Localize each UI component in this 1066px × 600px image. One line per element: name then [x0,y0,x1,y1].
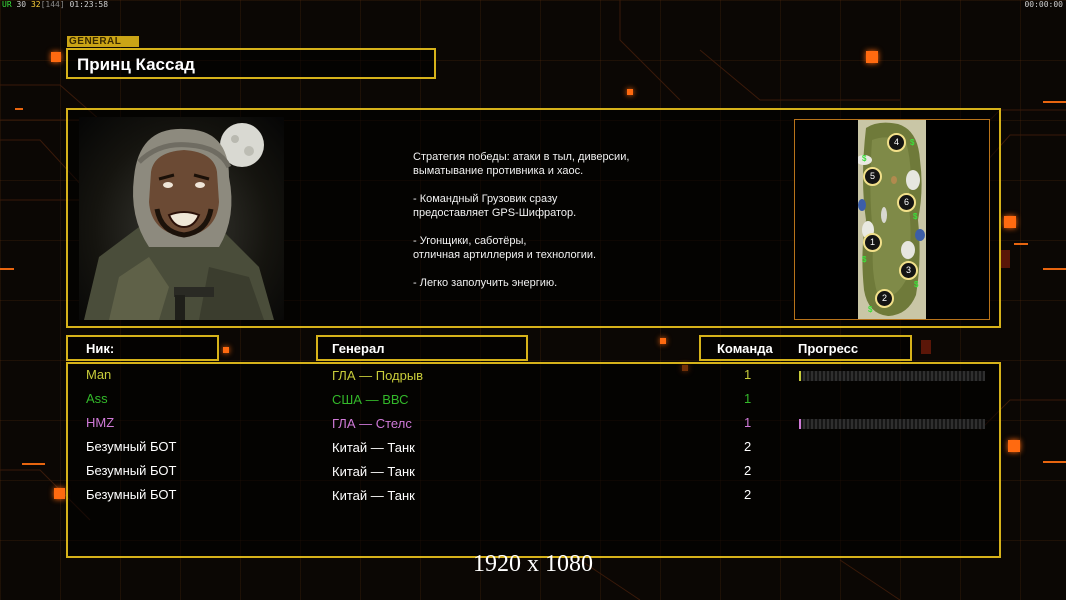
player-general: Китай — Танк [332,488,415,503]
general-title-frame: Принц Кассад [66,48,436,79]
supply-icon: $ [862,255,867,264]
player-general: ГЛА — Стелс [332,416,412,431]
header-team-progress: Команда Прогресс [699,335,912,361]
general-name: Принц Кассад [77,55,195,74]
supply-icon: $ [868,305,873,314]
player-row: Безумный БОТ Китай — Танк 2 [0,439,1066,463]
decor-dash [0,268,14,270]
player-nick: Man [86,367,112,382]
player-team: 2 [744,439,752,454]
header-progress-label: Прогресс [798,341,859,356]
general-description: Стратегия победы: атаки в тыл, диверсии,… [413,151,630,289]
hud-timer: 00:00:00 [1024,0,1063,9]
header-nick-label: Ник: [86,341,115,356]
player-team: 1 [744,367,752,382]
player-team: 1 [744,415,752,430]
decor-dash [15,108,23,110]
start-slot-3[interactable]: 3 [899,261,918,280]
start-slot-2[interactable]: 2 [875,289,894,308]
start-slot-6[interactable]: 6 [897,193,916,212]
player-row: Ass США — ВВС 1 [0,391,1066,415]
player-row: HMZ ГЛА — Стелс 1 [0,415,1066,439]
header-general-label: Генерал [332,341,385,356]
decor-square [1004,216,1016,228]
player-nick: Безумный БОТ [86,439,177,454]
supply-icon: $ [913,212,918,221]
player-general: Китай — Танк [332,440,415,455]
hud-fps-clock: UR 30 32[144] 01:23:58 [2,0,108,9]
decor-square [627,89,633,95]
start-slot-5[interactable]: 5 [863,167,882,186]
start-slot-4[interactable]: 4 [887,133,906,152]
general-tag: GENERAL [67,36,139,47]
player-general: ГЛА — Подрыв [332,368,424,383]
decor-dash [1014,243,1028,245]
hud-fps-a: 30 [16,0,27,9]
player-team: 2 [744,463,752,478]
player-progress-fill [799,371,801,381]
decor-square [223,347,229,353]
supply-icon: $ [910,138,915,147]
hud-clock: 01:23:58 [69,0,109,9]
player-progress-fill [799,419,801,429]
decor-square [921,340,931,354]
header-team-label: Команда [717,341,773,356]
general-portrait [79,117,284,320]
supply-icon: $ [862,154,867,163]
hud-ping: [144] [40,0,65,9]
player-row: Безумный БОТ Китай — Танк 2 [0,463,1066,487]
hud-ur: UR [2,0,12,9]
player-row: Безумный БОТ Китай — Танк 2 [0,487,1066,511]
header-general: Генерал [316,335,528,361]
player-general: США — ВВС [332,392,409,407]
player-row: Man ГЛА — Подрыв 1 [0,367,1066,391]
decor-dash [1043,268,1066,270]
player-nick: HMZ [86,415,115,430]
start-slot-1[interactable]: 1 [863,233,882,252]
player-progress-bar [799,419,985,429]
player-team: 1 [744,391,752,406]
supply-icon: $ [914,280,919,289]
player-nick: Безумный БОТ [86,463,177,478]
hud-fps-b: 32 [30,0,41,9]
header-nick: Ник: [66,335,219,361]
minimap[interactable]: 4 5 6 1 3 2 $ $ $ $ $ $ [856,120,926,319]
decor-square [51,52,61,62]
player-team: 2 [744,487,752,502]
player-nick: Ass [86,391,108,406]
portrait-image [84,123,274,320]
resolution-caption: 1920 x 1080 [473,551,593,577]
player-nick: Безумный БОТ [86,487,177,502]
player-general: Китай — Танк [332,464,415,479]
player-progress-bar [799,371,985,381]
decor-square [866,51,878,63]
decor-square [660,338,666,344]
decor-dash [1043,101,1066,103]
decor-square [1000,250,1010,268]
